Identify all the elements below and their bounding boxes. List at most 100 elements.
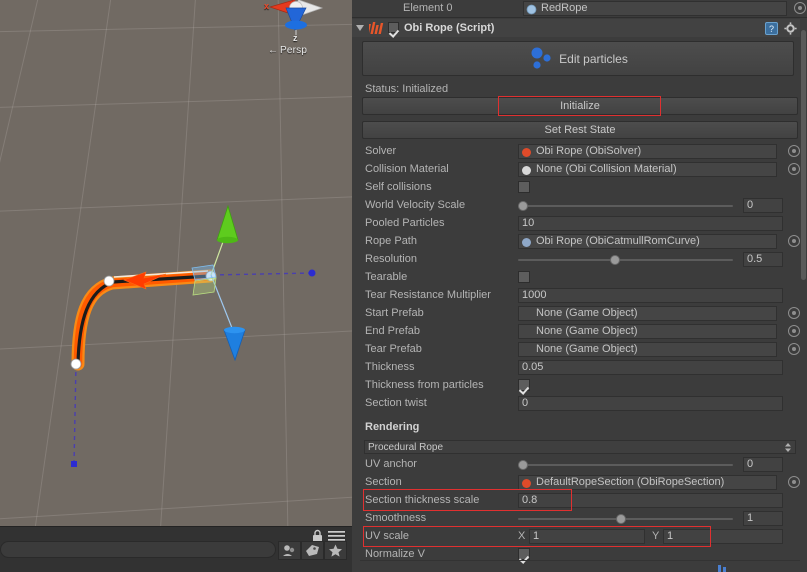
rope-control-point xyxy=(103,275,115,287)
slider-handle[interactable] xyxy=(610,255,621,265)
property-checkbox[interactable] xyxy=(518,379,530,391)
property-checkbox[interactable] xyxy=(518,548,530,560)
object-picker-button[interactable] xyxy=(788,476,800,488)
object-picker-button[interactable] xyxy=(788,307,800,319)
property-row-end-prefab: End Prefab None (Game Object) xyxy=(352,324,800,340)
property-object-field[interactable]: Obi Rope (ObiSolver) xyxy=(518,144,777,159)
property-object-field[interactable]: None (Game Object) xyxy=(518,342,777,357)
unity-editor-window: x z ← Persp Element 0 RedRope Obi Rope (… xyxy=(0,0,807,572)
property-object-value: None (Game Object) xyxy=(536,343,638,355)
element-row[interactable]: Element 0 RedRope xyxy=(352,0,806,17)
element-label: Element 0 xyxy=(403,2,453,14)
property-label: Start Prefab xyxy=(365,307,424,319)
obi-rope-visualization[interactable] xyxy=(0,0,352,526)
property-value-input[interactable]: 10 xyxy=(518,216,783,231)
property-value-input[interactable]: 0.8 xyxy=(518,493,783,508)
initialize-button[interactable]: Initialize xyxy=(362,97,798,115)
chevron-updown-icon xyxy=(785,443,791,452)
property-row-collision-material: Collision Material None (Obi Collision Ma… xyxy=(352,162,800,178)
rendering-mode-dropdown[interactable]: Procedural Rope xyxy=(364,440,796,454)
property-object-field[interactable]: None (Game Object) xyxy=(518,324,777,339)
slider-value-input[interactable]: 0 xyxy=(743,198,783,213)
property-object-field[interactable]: Obi Rope (ObiCatmullRomCurve) xyxy=(518,234,777,249)
edit-particles-label: Edit particles xyxy=(559,51,628,66)
property-row-thickness: Thickness 0.05 xyxy=(352,360,800,376)
favorite-filter-icon[interactable] xyxy=(324,541,347,560)
property-row-smoothness: Smoothness 1 xyxy=(352,511,800,527)
property-label: End Prefab xyxy=(365,325,421,337)
element-object-field[interactable]: RedRope xyxy=(523,1,787,16)
property-value-input[interactable]: 0.05 xyxy=(518,360,783,375)
axis-dashed-lines xyxy=(73,272,313,465)
property-label: Thickness xyxy=(365,361,415,373)
slider-value-input[interactable]: 1 xyxy=(743,511,783,526)
property-label: Solver xyxy=(365,145,397,157)
property-label: World Velocity Scale xyxy=(365,199,466,211)
gear-icon[interactable] xyxy=(784,22,797,35)
property-value-input[interactable]: 0 xyxy=(518,396,783,411)
scrollbar-thumb[interactable] xyxy=(801,30,806,280)
object-picker-button[interactable] xyxy=(788,325,800,337)
edit-particles-button[interactable]: Edit particles xyxy=(362,41,794,76)
property-object-field[interactable]: None (Obi Collision Material) xyxy=(518,162,777,177)
gizmo-plane-xz xyxy=(191,264,217,281)
property-row-section: Section DefaultRopeSection (ObiRopeSectio… xyxy=(352,475,800,491)
property-checkbox[interactable] xyxy=(518,181,530,193)
slider-track[interactable] xyxy=(518,259,733,261)
property-label: Pooled Particles xyxy=(365,217,445,229)
foldout-arrow-icon[interactable] xyxy=(356,24,365,33)
scene-view-panel[interactable]: x z ← Persp xyxy=(0,0,352,572)
set-rest-state-button[interactable]: Set Rest State xyxy=(362,121,798,139)
element-object-picker[interactable] xyxy=(794,2,806,14)
vector-x-input[interactable]: 1 xyxy=(529,529,645,544)
property-label: Tear Prefab xyxy=(365,343,422,355)
property-checkbox[interactable] xyxy=(518,271,530,283)
property-label: Section xyxy=(365,476,402,488)
gizmo-z-cone-base xyxy=(224,326,245,334)
property-label: Normalize V xyxy=(365,548,425,560)
gizmo-z-cone xyxy=(223,329,246,362)
scene-viewport[interactable]: x z ← Persp xyxy=(0,0,352,526)
slider-value-input[interactable]: 0.5 xyxy=(743,252,783,267)
svg-text:?: ? xyxy=(769,24,774,34)
property-object-field[interactable]: DefaultRopeSection (ObiRopeSection) xyxy=(518,475,777,490)
vector-y-input[interactable]: 1 xyxy=(663,529,783,544)
slider-handle[interactable] xyxy=(518,201,528,211)
object-picker-button[interactable] xyxy=(788,145,800,157)
component-enabled-checkbox[interactable] xyxy=(388,22,399,33)
property-row-resolution: Resolution 0.5 xyxy=(352,252,800,268)
component-header[interactable]: Obi Rope (Script) ? xyxy=(352,19,807,37)
object-picker-button[interactable] xyxy=(788,235,800,247)
property-object-value: None (Obi Collision Material) xyxy=(536,163,677,175)
property-object-value: Obi Rope (ObiSolver) xyxy=(536,145,642,157)
gizmo-x-label: x xyxy=(264,1,270,11)
gizmo-projection-label[interactable]: Persp xyxy=(280,45,307,56)
object-picker-button[interactable] xyxy=(788,343,800,355)
game-object-icon xyxy=(526,4,537,15)
object-picker-button[interactable] xyxy=(788,163,800,175)
property-object-field[interactable]: None (Game Object) xyxy=(518,306,777,321)
property-row-section-twist: Section twist 0 xyxy=(352,396,800,412)
inspector-panel[interactable]: Element 0 RedRope Obi Rope (Script) ? Ed… xyxy=(352,0,807,572)
search-input[interactable] xyxy=(0,541,276,558)
slider-handle[interactable] xyxy=(518,460,528,470)
property-row-start-prefab: Start Prefab None (Game Object) xyxy=(352,306,800,322)
property-row-section-thickness-scale: Section thickness scale 0.8 xyxy=(352,493,800,509)
property-row-pooled-particles: Pooled Particles 10 xyxy=(352,216,800,232)
slider-track[interactable] xyxy=(518,464,733,466)
objects-filter-icon[interactable] xyxy=(278,541,301,560)
property-object-value: Obi Rope (ObiCatmullRomCurve) xyxy=(536,235,700,247)
slider-track[interactable] xyxy=(518,205,733,207)
property-value-input[interactable]: 1000 xyxy=(518,288,783,303)
tag-filter-icon[interactable] xyxy=(301,541,324,560)
help-icon[interactable]: ? xyxy=(765,22,778,35)
property-label: Collision Material xyxy=(365,163,449,175)
inspector-scrollbar[interactable] xyxy=(800,18,807,572)
property-row-tear-prefab: Tear Prefab None (Game Object) xyxy=(352,342,800,358)
slider-handle[interactable] xyxy=(616,514,627,524)
slider-value-input[interactable]: 0 xyxy=(743,457,783,472)
property-row-rope-path: Rope Path Obi Rope (ObiCatmullRomCurve) xyxy=(352,234,800,250)
object-type-icon xyxy=(522,479,531,488)
property-label: Rope Path xyxy=(365,235,417,247)
rendering-mode-value: Procedural Rope xyxy=(368,442,444,453)
